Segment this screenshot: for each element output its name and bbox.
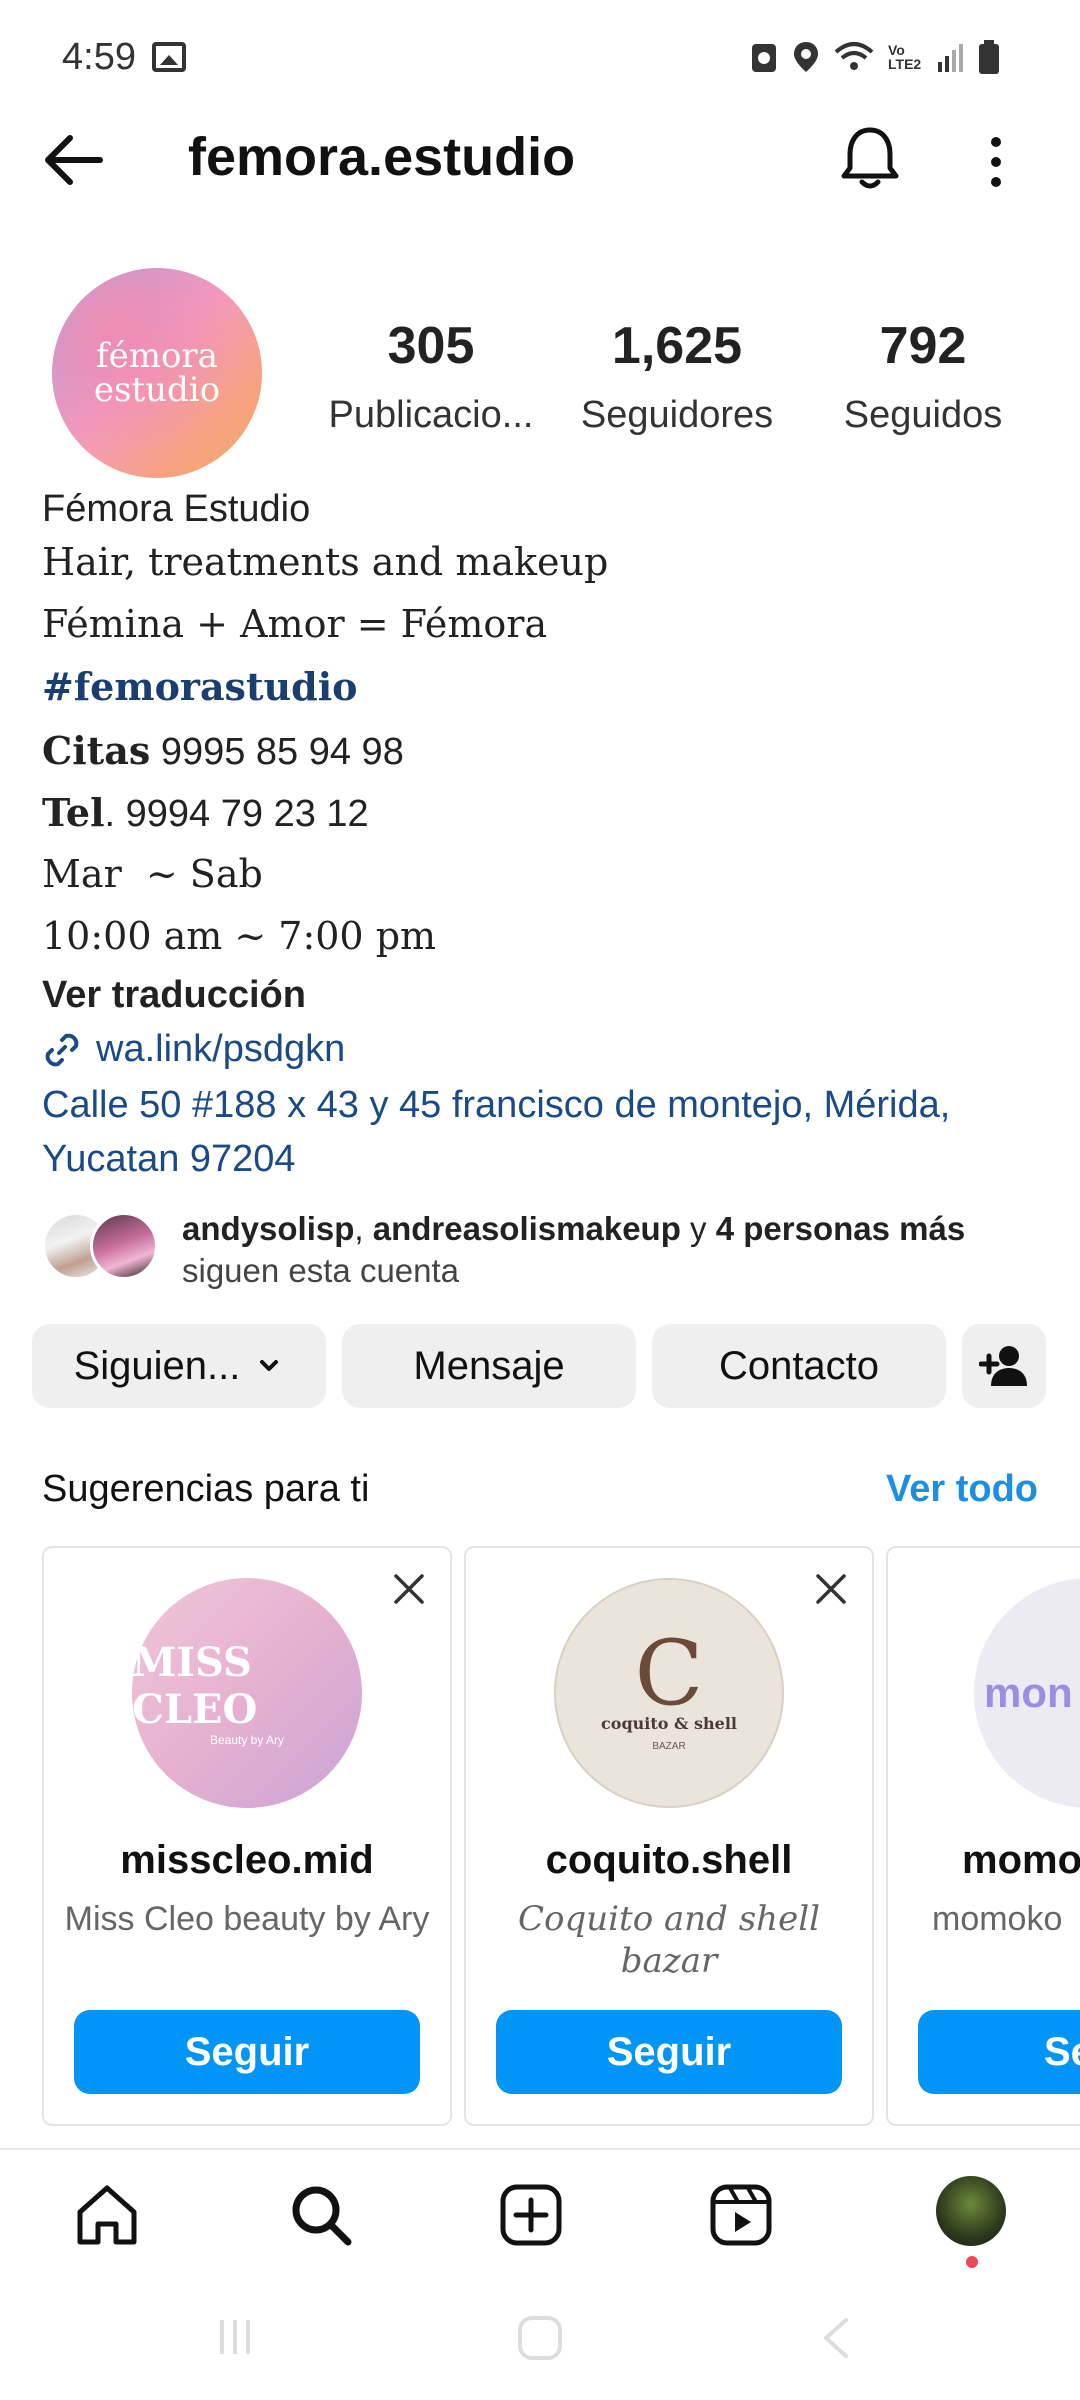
recent-apps-icon[interactable] (210, 2312, 260, 2362)
see-translation-link[interactable]: Ver traducción (42, 974, 306, 1017)
wifi-icon (834, 42, 874, 70)
notification-dot (966, 2256, 978, 2268)
network-label: Vo LTE2 (888, 42, 922, 72)
suggestion-avatar[interactable]: mon (974, 1578, 1080, 1808)
suggestion-avatar-text: coquito & shell (601, 1714, 737, 1733)
status-time: 4:59 (62, 36, 136, 78)
avatar-logo-subtext: estudio (93, 370, 221, 410)
suggest-people-button[interactable] (962, 1324, 1046, 1408)
suggestion-name: Miss Cleo beauty by Ary (64, 1900, 430, 1938)
tel-phone: . 9994 79 23 12 (104, 793, 369, 835)
mutual-followers-subtext: siguen esta cuenta (182, 1252, 460, 1289)
suggestion-avatar[interactable]: MISS CLEO Beauty by Ary (132, 1578, 362, 1808)
suggestion-username[interactable]: momo (962, 1838, 1080, 1883)
bio-line-tagline: Fémina + Amor = Fémora (42, 602, 548, 646)
citas-phone: 9995 85 94 98 (160, 731, 404, 773)
gallery-notification-icon (152, 42, 186, 72)
stat-following[interactable]: 792 Seguidos (808, 316, 1038, 437)
follow-button[interactable]: Seguir (74, 2010, 420, 2094)
website-link[interactable]: wa.link/psdgkn (42, 1028, 345, 1071)
suggestion-avatar-text: mon (984, 1669, 1073, 1716)
following-button-label: Siguien... (73, 1343, 241, 1388)
stat-followers-count: 1,625 (611, 317, 743, 375)
link-icon (45, 1033, 79, 1066)
home-button-icon[interactable] (514, 2312, 566, 2364)
suggestion-username[interactable]: coquito.shell (466, 1838, 872, 1883)
bio-line-services: Hair, treatments and makeup (42, 540, 609, 584)
follow-button[interactable]: Seguir (496, 2010, 842, 2094)
citas-label: Citas (42, 728, 151, 773)
message-button[interactable]: Mensaje (342, 1324, 636, 1408)
suggestion-avatar-text: MISS CLEO (132, 1639, 258, 1733)
close-icon[interactable] (390, 1570, 428, 1608)
bio-hashtag[interactable]: #femorastudio (42, 664, 358, 709)
stat-followers[interactable]: 1,625 Seguidores (562, 316, 792, 437)
profile-handle: femora.estudio (188, 127, 576, 187)
search-icon[interactable] (286, 2180, 356, 2250)
follow-button[interactable]: Se (918, 2010, 1080, 2094)
stat-following-label: Seguidos (843, 394, 1003, 436)
suggestion-avatar-subtext: BAZAR (652, 1741, 686, 1752)
bio-hours: 10:00 am ~ 7:00 pm (42, 914, 437, 958)
bio-appointments: Citas 9995 85 94 98 (42, 728, 404, 774)
chevron-down-icon (260, 1360, 279, 1371)
suggestion-name: Coquito and shell bazar (518, 1899, 820, 1981)
mutual-followers-text[interactable]: andysolisp, andreasolismakeup y 4 person… (182, 1210, 965, 1248)
website-link-text: wa.link/psdgkn (96, 1028, 346, 1070)
status-icons: Vo LTE2 (750, 40, 1000, 74)
profile-tab-avatar[interactable] (936, 2176, 1006, 2246)
contact-button-label: Contacto (718, 1343, 880, 1388)
back-button-icon[interactable] (816, 2312, 856, 2364)
suggestion-name: momoko (932, 1900, 1063, 1938)
more-options-icon[interactable] (976, 130, 1016, 194)
message-button-label: Mensaje (413, 1343, 565, 1388)
stat-posts-label: Publicacio... (328, 394, 534, 436)
suggestion-card[interactable]: C coquito & shell BAZAR coquito.shell Co… (464, 1546, 874, 2126)
tel-label: Tel (42, 790, 105, 835)
suggestion-card[interactable]: mon momo momoko Se (886, 1546, 1080, 2126)
suggestion-card[interactable]: MISS CLEO Beauty by Ary misscleo.mid Mis… (42, 1546, 452, 2126)
bell-icon[interactable] (838, 124, 902, 194)
mutual-separator: , (354, 1210, 373, 1247)
see-all-link[interactable]: Ver todo (886, 1468, 1038, 1511)
stat-posts[interactable]: 305 Publicacio... (316, 316, 546, 437)
business-address[interactable]: Calle 50 #188 x 43 y 45 francisco de mon… (42, 1078, 1042, 1186)
mutual-connector: y (680, 1210, 716, 1247)
display-name: Fémora Estudio (42, 488, 311, 530)
bio-telephone: Tel. 9994 79 23 12 (42, 790, 369, 836)
add-person-icon (979, 1346, 1027, 1386)
back-arrow-icon[interactable] (40, 130, 110, 190)
contact-button[interactable]: Contacto (652, 1324, 946, 1408)
bio-days: Mar ~ Sab (42, 852, 263, 896)
stat-following-count: 792 (879, 317, 967, 375)
battery-icon (979, 40, 999, 74)
mutual-user-2: andreasolismakeup (372, 1210, 681, 1247)
following-dropdown-button[interactable]: Siguien... (32, 1324, 326, 1408)
reels-icon[interactable] (706, 2180, 776, 2250)
mutual-more: 4 personas más (715, 1210, 966, 1247)
suggestion-avatar-subtext: Beauty by Ary (209, 1733, 285, 1747)
stat-posts-count: 305 (387, 317, 475, 375)
suggestions-title: Sugerencias para ti (42, 1468, 370, 1510)
stat-followers-label: Seguidores (580, 394, 774, 436)
bottom-navigation (0, 2148, 1080, 2280)
battery-saver-icon (752, 44, 776, 72)
mutual-user-1: andysolisp (182, 1210, 355, 1247)
suggestion-avatar[interactable]: C coquito & shell BAZAR (554, 1578, 784, 1808)
avatar-logo-text: fémora (96, 336, 218, 376)
suggestion-username[interactable]: misscleo.mid (44, 1838, 450, 1883)
profile-avatar[interactable]: fémora estudio (52, 268, 262, 478)
suggestion-avatar-letter: C (634, 1621, 704, 1726)
create-post-icon[interactable] (496, 2180, 566, 2250)
signal-icon (938, 44, 963, 72)
close-icon[interactable] (812, 1570, 850, 1608)
home-icon[interactable] (72, 2180, 142, 2250)
follower-avatar-2[interactable] (90, 1212, 158, 1280)
location-icon (794, 42, 818, 72)
